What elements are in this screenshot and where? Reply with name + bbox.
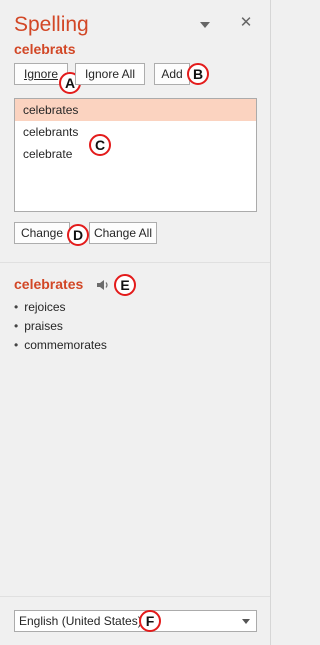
change-label: Change [20, 226, 64, 240]
ignore-all-label: Ignore All [84, 67, 136, 81]
marker-f: F [139, 610, 161, 632]
definition-word: celebrates [14, 276, 84, 292]
synonym-list: rejoices praises commemorates [14, 298, 107, 355]
synonym-item: rejoices [14, 298, 107, 317]
synonym-item: praises [14, 317, 107, 336]
language-selected: English (United States) [19, 614, 142, 628]
misspelled-word: celebrats [14, 41, 76, 57]
suggestion-item[interactable]: celebrants [15, 121, 256, 143]
change-button[interactable]: Change [14, 222, 70, 244]
divider [0, 262, 270, 263]
menu-dropdown-icon[interactable] [196, 14, 214, 32]
spelling-pane: Spelling ✕ celebrats Ignore A Ignore All… [0, 0, 271, 645]
marker-c: C [89, 134, 111, 156]
suggestions-list[interactable]: celebrates celebrants celebrate [14, 98, 257, 212]
add-button[interactable]: Add [154, 63, 190, 85]
pane-title: Spelling [14, 13, 89, 36]
marker-b: B [187, 63, 209, 85]
close-icon[interactable]: ✕ [237, 14, 255, 32]
divider [0, 596, 270, 597]
speaker-icon[interactable] [96, 278, 110, 292]
suggestion-item[interactable]: celebrate [15, 143, 256, 165]
suggestion-item[interactable]: celebrates [15, 99, 256, 121]
chevron-down-icon[interactable] [242, 619, 250, 624]
change-all-button[interactable]: Change All [89, 222, 157, 244]
language-select[interactable]: English (United States) [14, 610, 257, 632]
add-label: Add [161, 67, 183, 81]
ignore-all-button[interactable]: Ignore All [75, 63, 145, 85]
marker-d: D [67, 224, 89, 246]
marker-e: E [114, 274, 136, 296]
change-all-label: Change All [93, 226, 153, 240]
ignore-label: Ignore [23, 67, 59, 81]
synonym-item: commemorates [14, 336, 107, 355]
